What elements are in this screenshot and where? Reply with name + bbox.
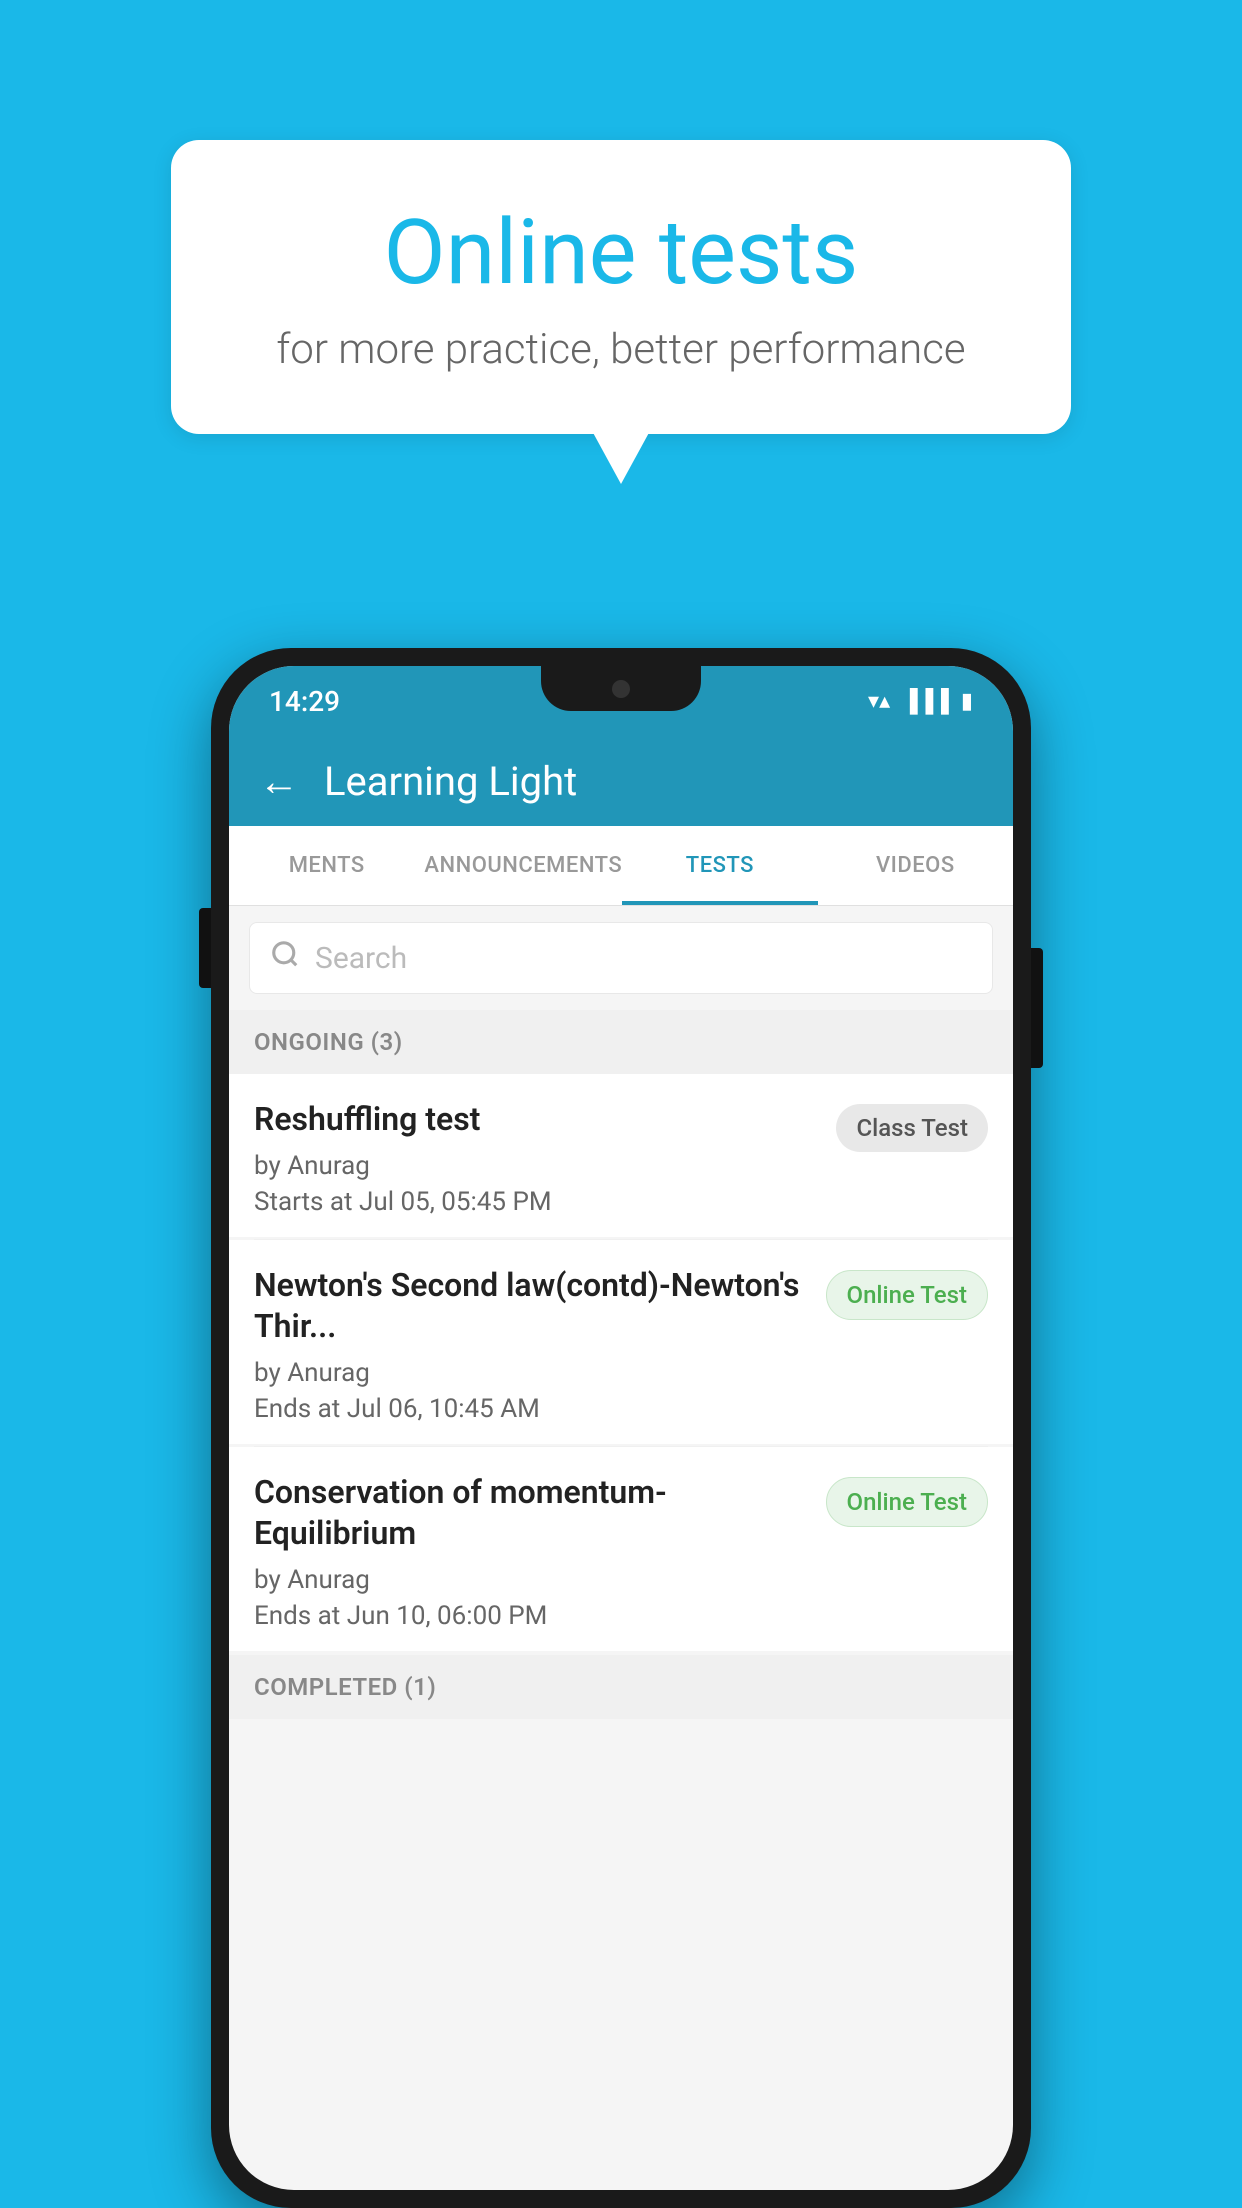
search-container: Search: [229, 906, 1013, 1010]
status-icons: ▾▴ ▐▐▐ ▮: [868, 688, 973, 714]
test-name-conservation: Conservation of momentum-Equilibrium: [254, 1472, 806, 1555]
test-item-left-newton: Newton's Second law(contd)-Newton's Thir…: [254, 1265, 806, 1424]
camera-dot: [612, 680, 630, 698]
bubble-subtitle: for more practice, better performance: [241, 325, 1001, 374]
test-item-conservation[interactable]: Conservation of momentum-Equilibrium by …: [229, 1447, 1013, 1651]
promo-bubble: Online tests for more practice, better p…: [171, 140, 1071, 434]
test-name-reshuffling: Reshuffling test: [254, 1099, 816, 1141]
phone-mockup: 14:29 ▾▴ ▐▐▐ ▮ ← Learning Light MENTS AN…: [211, 648, 1031, 2208]
test-item-left-conservation: Conservation of momentum-Equilibrium by …: [254, 1472, 806, 1631]
bubble-title: Online tests: [241, 200, 1001, 305]
test-author-reshuffling: by Anurag: [254, 1151, 816, 1181]
ongoing-section-header: ONGOING (3): [229, 1010, 1013, 1074]
signal-icon: ▐▐▐: [902, 688, 949, 714]
tab-tests[interactable]: TESTS: [622, 826, 817, 905]
badge-class-test: Class Test: [836, 1104, 988, 1152]
test-item-newton[interactable]: Newton's Second law(contd)-Newton's Thir…: [229, 1240, 1013, 1444]
tab-videos[interactable]: VIDEOS: [818, 826, 1013, 905]
search-placeholder: Search: [315, 941, 407, 976]
tab-ments[interactable]: MENTS: [229, 826, 424, 905]
phone-notch: [541, 666, 701, 711]
test-item-reshuffling[interactable]: Reshuffling test by Anurag Starts at Jul…: [229, 1074, 1013, 1237]
battery-icon: ▮: [961, 689, 973, 714]
test-time-newton: Ends at Jul 06, 10:45 AM: [254, 1394, 806, 1424]
badge-online-test-1: Online Test: [826, 1270, 988, 1320]
status-time: 14:29: [269, 685, 340, 718]
test-author-conservation: by Anurag: [254, 1565, 806, 1595]
app-title: Learning Light: [324, 758, 577, 805]
search-box[interactable]: Search: [249, 922, 993, 994]
back-button[interactable]: ←: [259, 758, 299, 805]
app-header: ← Learning Light: [229, 736, 1013, 826]
tabs-bar: MENTS ANNOUNCEMENTS TESTS VIDEOS: [229, 826, 1013, 906]
wifi-icon: ▾▴: [868, 689, 890, 714]
list-content: ONGOING (3) Reshuffling test by Anurag S…: [229, 1010, 1013, 1719]
test-time-reshuffling: Starts at Jul 05, 05:45 PM: [254, 1187, 816, 1217]
test-name-newton: Newton's Second law(contd)-Newton's Thir…: [254, 1265, 806, 1348]
search-icon: [270, 939, 300, 977]
test-item-left: Reshuffling test by Anurag Starts at Jul…: [254, 1099, 816, 1217]
badge-online-test-2: Online Test: [826, 1477, 988, 1527]
tab-announcements[interactable]: ANNOUNCEMENTS: [424, 826, 622, 905]
test-author-newton: by Anurag: [254, 1358, 806, 1388]
completed-section-header: COMPLETED (1): [229, 1655, 1013, 1719]
test-time-conservation: Ends at Jun 10, 06:00 PM: [254, 1601, 806, 1631]
